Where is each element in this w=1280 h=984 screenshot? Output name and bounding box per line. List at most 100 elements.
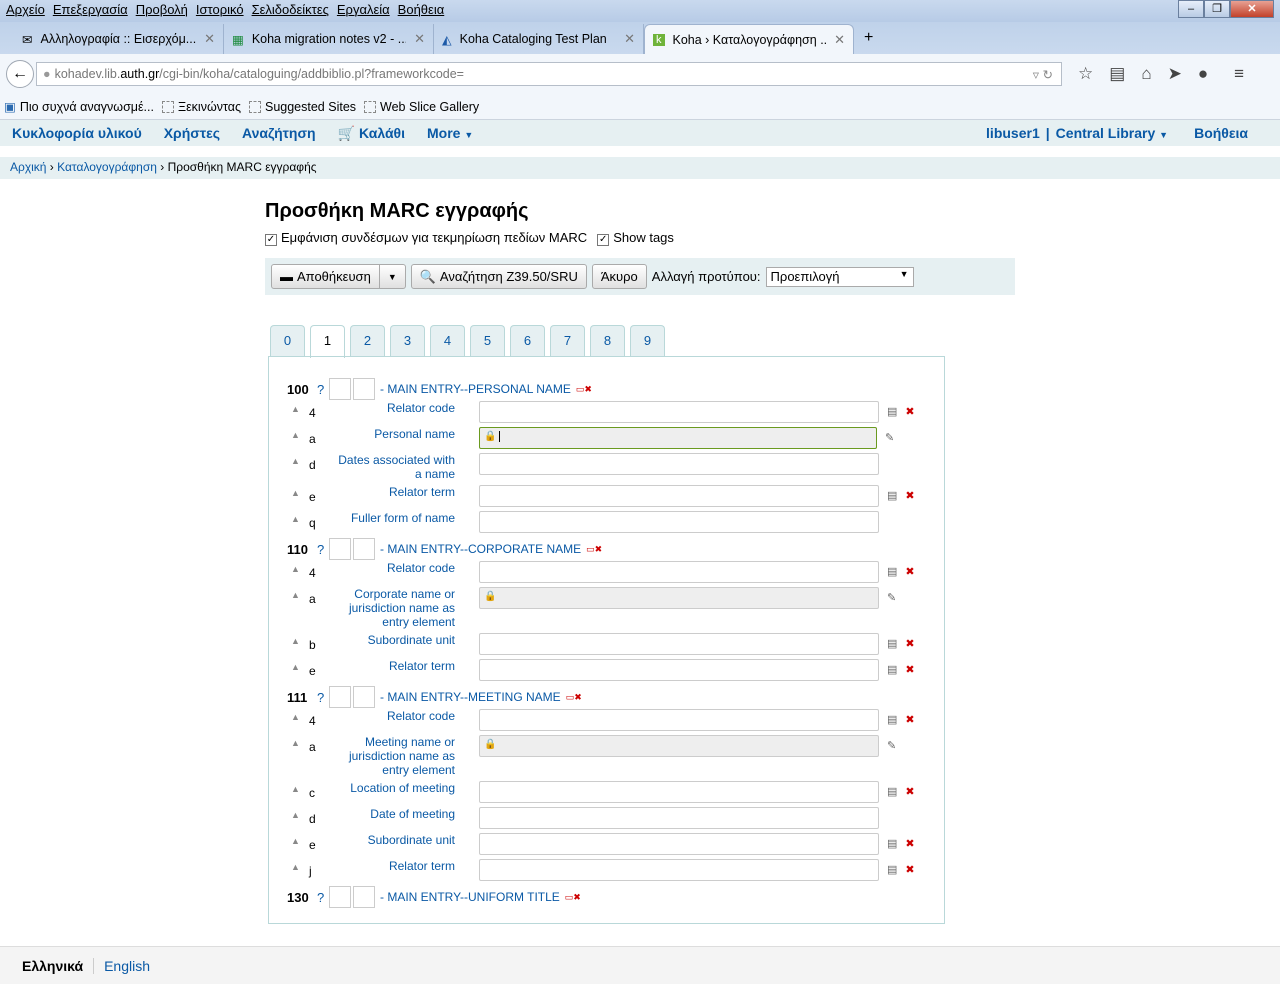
subfield-input[interactable] (479, 833, 879, 855)
subfield-input[interactable] (479, 859, 879, 881)
edit-plugin-icon[interactable]: ✎ (887, 591, 896, 629)
delete-tag-icon[interactable]: ▭✖ (566, 692, 582, 703)
clone-subfield-icon[interactable]: ▤ (887, 637, 897, 655)
nav-cart[interactable]: 🛒 Καλάθι (338, 125, 405, 142)
subfield-input[interactable]: 🔒 (479, 427, 877, 449)
library-link[interactable]: Central Library ▼ (1056, 125, 1168, 141)
delete-subfield-icon[interactable]: ✖ (905, 785, 914, 803)
nav-patrons[interactable]: Χρήστες (164, 125, 220, 141)
move-up-icon[interactable]: ▲ (287, 453, 309, 481)
clone-subfield-icon[interactable]: ▤ (887, 785, 897, 803)
move-up-icon[interactable]: ▲ (287, 427, 309, 449)
subfield-input[interactable] (479, 781, 879, 803)
subfield-input[interactable] (479, 709, 879, 731)
move-up-icon[interactable]: ▲ (287, 807, 309, 829)
subfield-input[interactable] (479, 633, 879, 655)
move-up-icon[interactable]: ▲ (287, 659, 309, 681)
send-icon[interactable]: ➤ (1168, 64, 1182, 84)
home-icon[interactable]: ⌂ (1141, 64, 1151, 84)
indicator-2-input[interactable] (353, 686, 375, 708)
hamburger-menu-icon[interactable]: ≡ (1234, 64, 1244, 84)
move-up-icon[interactable]: ▲ (287, 781, 309, 803)
delete-subfield-icon[interactable]: ✖ (905, 663, 914, 681)
delete-subfield-icon[interactable]: ✖ (905, 565, 914, 583)
close-tab-icon[interactable]: ✕ (624, 31, 635, 47)
indicator-1-input[interactable] (329, 686, 351, 708)
tab-0[interactable]: 0 (270, 325, 305, 357)
tab-4[interactable]: 4 (430, 325, 465, 357)
indicator-2-input[interactable] (353, 378, 375, 400)
chat-icon[interactable]: ● (1198, 64, 1208, 84)
new-tab-button[interactable]: + (854, 29, 883, 54)
indicator-2-input[interactable] (353, 886, 375, 908)
delete-subfield-icon[interactable]: ✖ (905, 489, 914, 507)
indicator-1-input[interactable] (329, 538, 351, 560)
delete-tag-icon[interactable]: ▭✖ (576, 384, 592, 395)
menu-bookmarks[interactable]: Σελιδοδείκτες (250, 0, 335, 22)
clone-subfield-icon[interactable]: ▤ (887, 405, 897, 423)
menu-file[interactable]: Αρχείο (4, 0, 51, 22)
subfield-input[interactable] (479, 511, 879, 533)
clone-subfield-icon[interactable]: ▤ (887, 663, 897, 681)
nav-circulation[interactable]: Κυκλοφορία υλικού (12, 125, 142, 141)
help-link[interactable]: ? (317, 690, 329, 705)
language-english-link[interactable]: English (94, 958, 150, 974)
indicator-1-input[interactable] (329, 886, 351, 908)
breadcrumb-cataloging[interactable]: Καταλογογράφηση (57, 160, 157, 174)
nav-search[interactable]: Αναζήτηση (242, 125, 316, 141)
menu-help[interactable]: Βοήθεια (396, 0, 451, 22)
bookmark[interactable]: ▣ Πιο συχνά αναγνωσμέ... (4, 99, 154, 115)
move-up-icon[interactable]: ▲ (287, 587, 309, 629)
subfield-input[interactable]: 🔒 (479, 587, 879, 609)
help-link[interactable]: ? (317, 890, 329, 905)
back-button[interactable]: ← (6, 60, 34, 88)
save-dropdown-button[interactable]: ▼ (379, 264, 406, 289)
url-bar[interactable]: ● kohadev.lib. auth.gr/cgi-bin/koha/catalo… (36, 62, 1062, 86)
bookmark[interactable]: Suggested Sites (248, 100, 356, 114)
user-link[interactable]: libuser1 (986, 125, 1040, 141)
close-tab-icon[interactable]: ✕ (414, 31, 425, 47)
subfield-input[interactable] (479, 561, 879, 583)
clone-subfield-icon[interactable]: ▤ (887, 489, 897, 507)
delete-subfield-icon[interactable]: ✖ (905, 837, 914, 855)
browser-tab-active[interactable]: k Koha › Καταλογογράφηση ... ✕ (644, 24, 854, 54)
tab-2[interactable]: 2 (350, 325, 385, 357)
star-icon[interactable]: ☆ (1078, 64, 1093, 84)
clone-subfield-icon[interactable]: ▤ (887, 837, 897, 855)
subfield-input[interactable] (479, 453, 879, 475)
tab-7[interactable]: 7 (550, 325, 585, 357)
edit-plugin-icon[interactable]: ✎ (887, 739, 896, 777)
clone-subfield-icon[interactable]: ▤ (887, 565, 897, 583)
reload-icon[interactable]: ▿ ↻ (1033, 67, 1053, 82)
move-up-icon[interactable]: ▲ (287, 485, 309, 507)
move-up-icon[interactable]: ▲ (287, 561, 309, 583)
tab-5[interactable]: 5 (470, 325, 505, 357)
close-tab-icon[interactable]: ✕ (204, 31, 215, 47)
subfield-input[interactable] (479, 659, 879, 681)
nav-more[interactable]: More ▼ (427, 125, 473, 141)
delete-subfield-icon[interactable]: ✖ (905, 863, 914, 881)
save-button[interactable]: ▬ Αποθήκευση (271, 264, 380, 289)
reading-list-icon[interactable]: ▤ (1109, 64, 1125, 84)
bookmark[interactable]: Ξεκινώντας (161, 100, 241, 114)
tab-6[interactable]: 6 (510, 325, 545, 357)
subfield-input[interactable] (479, 401, 879, 423)
tab-1[interactable]: 1 (310, 325, 345, 358)
help-link[interactable]: ? (317, 542, 329, 557)
edit-plugin-icon[interactable]: ✎ (885, 431, 894, 449)
browser-tab[interactable]: ◭ Koha Cataloging Test Plan ✕ (434, 24, 644, 54)
tab-3[interactable]: 3 (390, 325, 425, 357)
delete-subfield-icon[interactable]: ✖ (905, 637, 914, 655)
bookmark[interactable]: Web Slice Gallery (364, 100, 479, 114)
delete-subfield-icon[interactable]: ✖ (905, 713, 914, 731)
browser-tab[interactable]: ✉ Αλληλογραφία :: Εισερχόμ... ✕ (14, 24, 224, 54)
move-up-icon[interactable]: ▲ (287, 401, 309, 423)
help-link[interactable]: Βοήθεια (1194, 125, 1248, 141)
cancel-button[interactable]: Άκυρο (591, 264, 647, 289)
menu-history[interactable]: Ιστορικό (194, 0, 250, 22)
close-window-button[interactable]: ✕ (1230, 0, 1274, 18)
move-up-icon[interactable]: ▲ (287, 511, 309, 533)
maximize-button[interactable]: ❐ (1204, 0, 1230, 18)
template-select[interactable]: Προεπιλογή ▼ (765, 266, 914, 287)
move-up-icon[interactable]: ▲ (287, 709, 309, 731)
